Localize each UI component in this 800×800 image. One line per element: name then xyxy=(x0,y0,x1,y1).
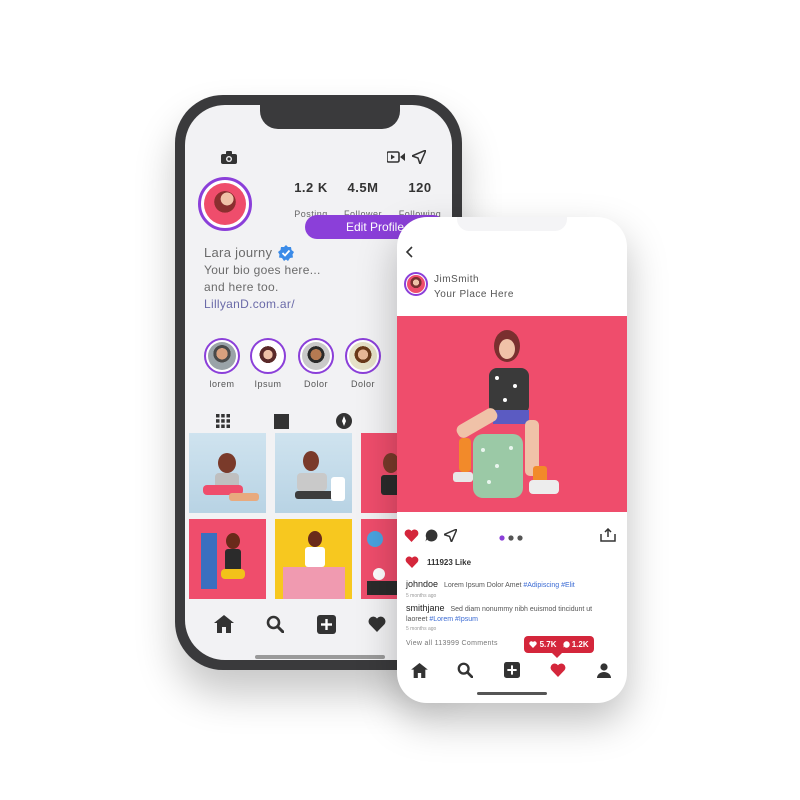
back-arrow-icon[interactable] xyxy=(403,245,415,259)
profile-avatar[interactable] xyxy=(198,177,252,231)
notif-heart-icon xyxy=(529,641,538,649)
profile-photo xyxy=(204,183,246,225)
post-username[interactable]: JimSmith xyxy=(434,274,479,285)
comment-time: 5 months ago xyxy=(406,593,437,599)
likes-count[interactable]: 111923 Like xyxy=(427,558,471,567)
phone-notch xyxy=(260,105,400,129)
home-icon[interactable] xyxy=(213,613,235,635)
stat-posting[interactable]: 1.2 K Posting xyxy=(283,180,339,219)
bio-line-2: and here too. xyxy=(204,280,279,294)
bio-line-1: Your bio goes here... xyxy=(204,263,321,277)
comment-tags[interactable]: #Adipiscing #Elit xyxy=(523,582,574,589)
home-icon[interactable] xyxy=(409,661,429,679)
home-indicator xyxy=(255,655,385,659)
post-location[interactable]: Your Place Here xyxy=(434,289,514,300)
search-icon[interactable] xyxy=(264,613,286,635)
post-phone: JimSmith Your Place Here 111923 Like joh… xyxy=(397,217,627,703)
grid-icon[interactable] xyxy=(215,413,231,429)
post-photo[interactable] xyxy=(397,316,627,512)
camera-icon[interactable] xyxy=(220,150,238,164)
likes-heart-icon xyxy=(405,556,419,568)
grid-photo[interactable] xyxy=(275,519,352,599)
video-icon[interactable] xyxy=(386,150,406,164)
add-icon[interactable] xyxy=(502,661,522,679)
notif-likes-count: 5.7K xyxy=(539,640,557,649)
post-bottom-nav xyxy=(397,659,627,681)
square-icon[interactable] xyxy=(273,413,289,429)
comment-text: Lorem Ipsum Dolor Amet xyxy=(444,582,522,589)
stat-value: 1.2 K xyxy=(294,180,328,195)
post-author-avatar[interactable] xyxy=(404,272,428,296)
story-photo xyxy=(349,342,377,370)
home-indicator xyxy=(477,692,547,695)
person-icon[interactable] xyxy=(594,661,614,679)
comment-row: johndoe Lorem Ipsum Dolor Amet #Adipisci… xyxy=(406,579,575,591)
carousel-dots-icon xyxy=(498,535,524,541)
stat-value: 120 xyxy=(408,180,432,195)
grid-photo[interactable] xyxy=(189,433,266,513)
story-label: lorem xyxy=(209,379,235,389)
story-photo xyxy=(302,342,330,370)
grid-photo[interactable] xyxy=(189,519,266,599)
comment-icon[interactable] xyxy=(424,528,438,542)
share-send-icon[interactable] xyxy=(443,528,457,542)
comment-tags[interactable]: #Lorem #Ipsum xyxy=(429,616,478,623)
story-avatar-ipsum[interactable] xyxy=(250,338,286,374)
profile-name: Lara journy xyxy=(204,245,273,260)
story-label: Dolor xyxy=(350,379,375,389)
comment-username[interactable]: smithjane xyxy=(406,603,445,613)
activity-notification-badge[interactable]: 5.7K 1.2K xyxy=(524,636,594,658)
add-icon[interactable] xyxy=(315,613,337,635)
author-photo xyxy=(407,275,425,293)
notif-comments: 1.2K xyxy=(562,640,589,649)
comment-time: 5 months ago xyxy=(406,626,437,632)
verified-badge-icon xyxy=(278,245,294,261)
heart-icon[interactable] xyxy=(366,613,388,635)
grid-photo[interactable] xyxy=(275,433,352,513)
compass-icon[interactable] xyxy=(336,413,352,429)
story-avatar-lorem[interactable] xyxy=(204,338,240,374)
stat-following[interactable]: 120 Following xyxy=(392,180,448,219)
comment-username[interactable]: johndoe xyxy=(406,579,438,589)
story-label: Dolor xyxy=(303,379,328,389)
story-avatar-dolor-2[interactable] xyxy=(345,338,381,374)
phone-notch xyxy=(457,217,567,231)
notif-comments-count: 1.2K xyxy=(571,640,589,649)
upload-icon[interactable] xyxy=(599,527,617,543)
heart-icon[interactable] xyxy=(548,661,568,679)
stat-follower[interactable]: 4.5M Follower xyxy=(335,180,391,219)
story-photo xyxy=(208,342,236,370)
send-icon[interactable] xyxy=(411,150,427,164)
bio-link[interactable]: LillyanD.com.ar/ xyxy=(204,297,295,311)
notif-comment-icon xyxy=(562,641,570,649)
view-all-comments-link[interactable]: View all 113999 Comments xyxy=(406,640,498,647)
stat-value: 4.5M xyxy=(347,180,379,195)
comment-row: smithjane Sed diam nonummy nibh euismod … xyxy=(406,603,611,625)
story-photo xyxy=(254,342,282,370)
story-avatar-dolor[interactable] xyxy=(298,338,334,374)
story-label: Ipsum xyxy=(254,379,282,389)
like-heart-icon[interactable] xyxy=(403,528,419,542)
notif-likes: 5.7K xyxy=(529,640,557,649)
search-icon[interactable] xyxy=(455,661,475,679)
